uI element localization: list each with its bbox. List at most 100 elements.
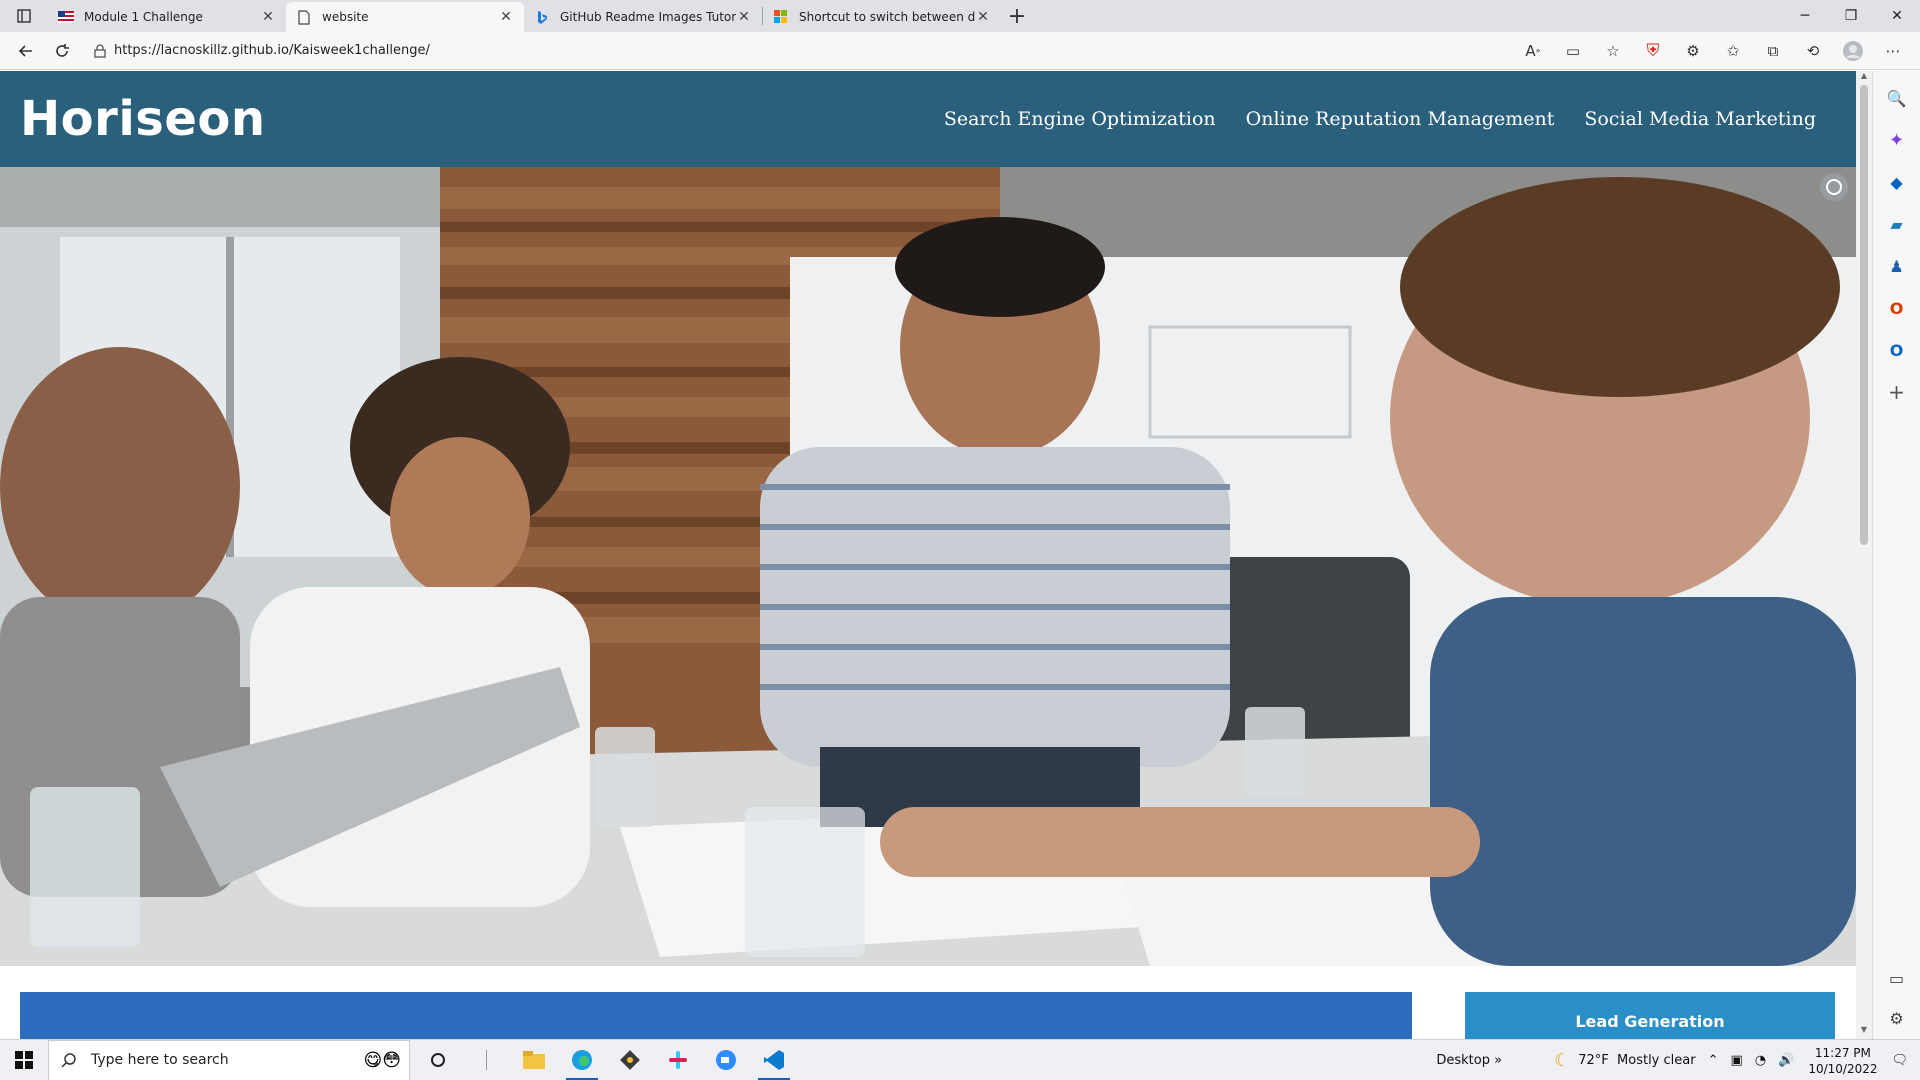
tab-title: Shortcut to switch between disp [799,10,975,24]
weather-desc: Mostly clear [1617,1053,1696,1068]
favorite-star-icon[interactable]: ☆ [1594,35,1632,67]
edge-browser-icon[interactable] [558,1040,606,1080]
tab-title: website [322,10,369,24]
tab-title: Module 1 Challenge [84,10,203,24]
extensions-puzzle-icon[interactable]: ⚙ [1674,35,1712,67]
tab-actions-icon [17,9,31,23]
profile-avatar[interactable] [1834,35,1872,67]
taskbar-pinned-apps [414,1040,798,1080]
site-logo[interactable]: Horiseon [20,91,266,147]
nav-link-seo[interactable]: Search Engine Optimization [944,108,1216,130]
read-aloud-icon[interactable]: A» [1514,35,1552,67]
edge-sidebar: 🔍 ✦ ◆ ▰ ♟ O O + ▭ ⚙ [1872,71,1920,1039]
content-row: Lead Generation [0,966,1856,1039]
search-icon[interactable]: 🔍 [1882,83,1912,113]
lead-generation-heading: Lead Generation [1575,1012,1725,1031]
vscode-icon[interactable] [750,1040,798,1080]
start-button[interactable] [0,1040,48,1080]
tab-website[interactable]: website ✕ [286,2,524,32]
refresh-button[interactable] [44,35,80,67]
clock-time: 11:27 PM [1814,1045,1871,1060]
close-tab-icon[interactable]: ✕ [260,9,276,25]
scroll-up-arrow[interactable]: ▲ [1856,71,1872,85]
moon-weather-icon: ☾ [1554,1050,1571,1071]
history-icon[interactable]: ⟲ [1794,35,1832,67]
scroll-down-arrow[interactable]: ▼ [1856,1025,1872,1039]
favorites-icon[interactable]: ✩ [1714,35,1752,67]
scroll-thumb[interactable] [1860,85,1868,545]
lead-generation-box: Lead Generation [1465,992,1835,1039]
page-viewport: Horiseon Search Engine Optimization Onli… [0,71,1856,1039]
shopping-tag-icon[interactable]: ◆ [1882,167,1912,197]
close-tab-icon[interactable]: ✕ [736,9,752,25]
task-view-icon[interactable] [462,1040,510,1080]
add-sidebar-icon[interactable]: + [1882,377,1912,407]
desktop-label: Desktop [1436,1053,1490,1068]
window-controls: ─ ❐ ✕ [1782,0,1920,32]
clock-date: 10/10/2022 [1808,1061,1878,1076]
zoom-icon[interactable] [702,1040,750,1080]
show-hidden-icons-chevron[interactable]: ⌃ [1702,1040,1725,1080]
settings-gear-icon[interactable]: ⚙ [1882,1003,1912,1033]
browser-tab-strip: Module 1 Challenge ✕ website ✕ GitHub Re… [0,0,1920,32]
page-icon [296,9,312,25]
more-menu-icon[interactable]: ⋯ [1874,35,1912,67]
site-info-icon[interactable] [86,43,114,58]
weather-widget[interactable]: ☾ 72°F Mostly clear [1548,1040,1701,1080]
bing-icon [534,9,550,25]
immersive-reader-icon[interactable]: ▭ [1554,35,1592,67]
office-icon[interactable]: O [1882,293,1912,323]
nav-link-social[interactable]: Social Media Marketing [1584,108,1816,130]
close-tab-icon[interactable]: ✕ [975,9,991,25]
clock[interactable]: 11:27 PM 10/10/2022 [1800,1045,1885,1077]
site-header: Horiseon Search Engine Optimization Onli… [0,71,1856,167]
minimize-button[interactable]: ─ [1782,0,1828,32]
page-scrollbar[interactable]: ▲ ▼ [1856,71,1872,1039]
extension-shield-icon[interactable]: ⛨ [1634,35,1672,67]
new-tab-button[interactable]: + [1001,0,1033,32]
hero-image [0,167,1856,966]
tab-github-readme[interactable]: GitHub Readme Images Tutorial ✕ [524,2,762,32]
tab-module-1-challenge[interactable]: Module 1 Challenge ✕ [48,2,286,32]
network-wifi-icon[interactable]: ◔ [1749,1040,1772,1080]
discover-sparkle-icon[interactable]: ✦ [1882,125,1912,155]
sidebar-layout-icon[interactable]: ▭ [1882,963,1912,993]
tab-actions-button[interactable] [0,0,48,32]
games-icon[interactable]: ♟ [1882,251,1912,281]
meet-now-icon[interactable]: ▣ [1724,1040,1748,1080]
site-nav: Search Engine Optimization Online Reputa… [944,108,1816,130]
weather-temp: 72°F [1578,1053,1609,1068]
nav-link-reputation[interactable]: Online Reputation Management [1246,108,1555,130]
url-text: https://lacnoskillz.github.io/Kaisweek1c… [114,43,430,58]
microsoft-icon [773,9,789,25]
refresh-icon [56,43,69,57]
close-window-button[interactable]: ✕ [1874,0,1920,32]
tab-title: GitHub Readme Images Tutorial [560,10,736,24]
taskbar-search-box[interactable]: Type here to search 😋😳 [48,1039,410,1080]
browser-toolbar: https://lacnoskillz.github.io/Kaisweek1c… [0,32,1920,70]
restore-button[interactable]: ❐ [1828,0,1874,32]
cortana-icon[interactable] [414,1040,462,1080]
windows-logo-icon [15,1051,33,1069]
close-tab-icon[interactable]: ✕ [498,9,514,25]
address-bar[interactable]: https://lacnoskillz.github.io/Kaisweek1c… [86,36,1504,66]
system-tray: Desktop » ☾ 72°F Mostly clear ⌃ ▣ ◔ 🔊 11… [1430,1040,1920,1080]
main-content-box [20,992,1412,1039]
collections-icon[interactable]: ⧉ [1754,35,1792,67]
desktop-toolbar[interactable]: Desktop » [1430,1040,1508,1080]
slack-icon[interactable] [654,1040,702,1080]
git-icon[interactable] [606,1040,654,1080]
usa-flag-icon [58,9,74,25]
back-arrow-icon [18,44,32,57]
tools-briefcase-icon[interactable]: ▰ [1882,209,1912,239]
back-button[interactable] [8,35,44,67]
emoji-highlight-icon[interactable]: 😋😳 [363,1050,401,1071]
outlook-icon[interactable]: O [1882,335,1912,365]
search-icon [61,1053,76,1068]
toolbar-actions: A» ▭ ☆ ⛨ ⚙ ✩ ⧉ ⟲ ⋯ [1514,35,1912,67]
file-explorer-icon[interactable] [510,1040,558,1080]
tab-shortcut-switch[interactable]: Shortcut to switch between disp ✕ [763,2,1001,32]
volume-icon[interactable]: 🔊 [1772,1040,1800,1080]
notifications-icon[interactable]: 🗨 [1885,1040,1920,1080]
windows-taskbar: Type here to search 😋😳 Desktop » ☾ 72°F … [0,1039,1920,1080]
